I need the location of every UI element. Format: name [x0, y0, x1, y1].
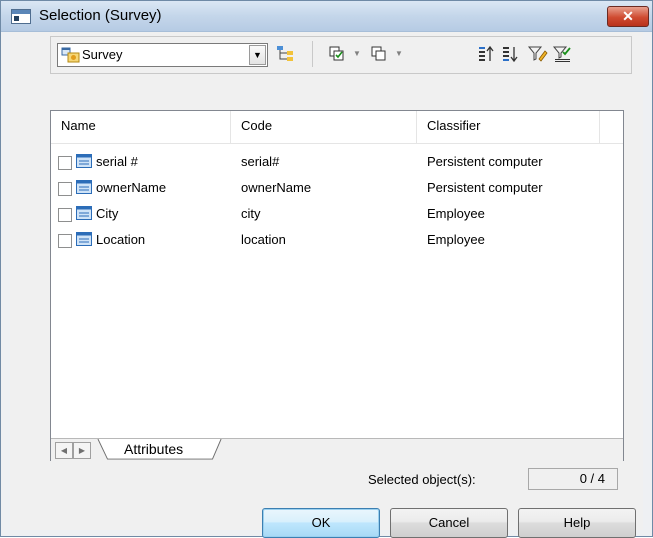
package-icon — [61, 47, 80, 63]
window-icon — [11, 9, 31, 24]
chevron-down-icon[interactable]: ▼ — [249, 45, 266, 65]
row-checkbox[interactable] — [58, 234, 72, 248]
list-header: Name Code Classifier — [51, 111, 623, 144]
row-classifier: Employee — [427, 232, 485, 247]
attribute-icon — [76, 206, 92, 220]
table-row[interactable]: Location location Employee — [51, 228, 623, 254]
attribute-icon — [76, 232, 92, 246]
row-name: Location — [96, 232, 146, 247]
cancel-button[interactable]: Cancel — [390, 508, 508, 538]
deselect-all-dropdown-icon[interactable]: ▼ — [395, 49, 403, 58]
table-row[interactable]: City city Employee — [51, 202, 623, 228]
select-all-dropdown-icon[interactable]: ▼ — [353, 49, 361, 58]
object-list[interactable]: Name Code Classifier serial # serial# Pe… — [50, 110, 624, 461]
selected-objects-count: 0 / 4 — [528, 468, 618, 490]
row-classifier: Employee — [427, 206, 485, 221]
selected-objects-label: Selected object(s): — [368, 472, 476, 487]
help-button[interactable]: Help — [518, 508, 636, 538]
tab-attributes[interactable]: Attributes — [124, 441, 183, 457]
row-checkbox[interactable] — [58, 208, 72, 222]
tab-scroll-right-icon[interactable]: ▶ — [73, 442, 91, 459]
move-to-top-icon[interactable] — [476, 44, 498, 64]
row-name: serial # — [96, 154, 138, 169]
row-classifier: Persistent computer — [427, 180, 543, 195]
close-button[interactable]: ✕ — [607, 6, 649, 27]
row-code: city — [241, 206, 261, 221]
table-row[interactable]: ownerName ownerName Persistent computer — [51, 176, 623, 202]
attribute-icon — [76, 180, 92, 194]
deselect-all-icon[interactable] — [370, 44, 392, 64]
row-checkbox[interactable] — [58, 156, 72, 170]
move-to-bottom-icon[interactable] — [500, 44, 522, 64]
table-row[interactable]: serial # serial# Persistent computer — [51, 150, 623, 176]
window-title: Selection (Survey) — [39, 7, 162, 24]
title-bar[interactable]: Selection (Survey) ✕ — [1, 1, 652, 32]
hierarchy-icon[interactable] — [275, 44, 297, 64]
package-combobox[interactable]: Survey ▼ — [57, 43, 268, 67]
package-combobox-value: Survey — [82, 47, 123, 62]
row-name: City — [96, 206, 119, 221]
column-header-name[interactable]: Name — [51, 111, 231, 143]
row-code: ownerName — [241, 180, 312, 195]
row-checkbox[interactable] — [58, 182, 72, 196]
row-name: ownerName — [96, 180, 167, 195]
toolbar-separator — [312, 41, 313, 67]
tab-scroll-left-icon[interactable]: ◀ — [55, 442, 73, 459]
row-code: location — [241, 232, 286, 247]
column-header-classifier[interactable]: Classifier — [417, 111, 600, 143]
row-classifier: Persistent computer — [427, 154, 543, 169]
column-header-code[interactable]: Code — [231, 111, 417, 143]
filter-selected-icon[interactable] — [552, 44, 574, 64]
filter-icon[interactable] — [527, 44, 549, 64]
ok-button[interactable]: OK — [262, 508, 380, 538]
row-code: serial# — [241, 154, 280, 169]
select-all-icon[interactable] — [328, 44, 350, 64]
dialog-body: Survey ▼ ▼ ▼ Name Code Classifier serial… — [10, 32, 643, 538]
selection-dialog: Selection (Survey) ✕ Survey ▼ ▼ ▼ Name C… — [0, 0, 653, 538]
attribute-icon — [76, 154, 92, 168]
